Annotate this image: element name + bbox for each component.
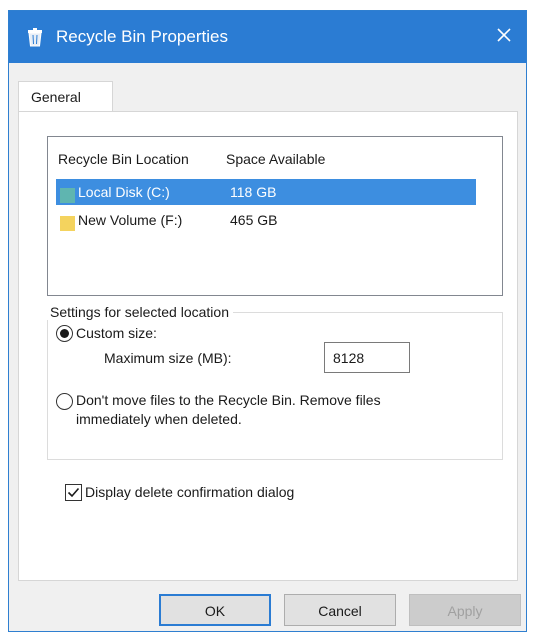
general-tab-page: Recycle Bin Location Space Available Loc… — [18, 111, 518, 581]
close-button[interactable] — [482, 11, 526, 63]
dont-move-files-label[interactable]: Don't move files to the Recycle Bin. Rem… — [76, 392, 381, 408]
properties-dialog: Recycle Bin Properties General Recycle B… — [8, 10, 527, 632]
title-bar[interactable]: Recycle Bin Properties — [9, 11, 526, 63]
recycle-bin-icon — [25, 27, 45, 47]
max-size-label: Maximum size (MB): — [104, 350, 232, 366]
dialog-button-bar: OK Cancel Apply — [9, 581, 526, 631]
apply-button[interactable]: Apply — [409, 594, 521, 626]
space-available: 118 GB — [230, 184, 277, 200]
settings-group-label: Settings for selected location — [46, 304, 233, 320]
list-item-local-disk-c[interactable]: Local Disk (C:) 118 GB — [56, 179, 476, 205]
dont-move-files-label-line2[interactable]: immediately when deleted. — [76, 411, 242, 427]
delete-confirmation-checkbox[interactable] — [65, 484, 82, 501]
location-name: New Volume (F:) — [78, 212, 183, 228]
settings-group: Settings for selected location Custom si… — [46, 304, 503, 460]
tab-general[interactable]: General — [18, 81, 113, 114]
column-header-location[interactable]: Recycle Bin Location — [58, 151, 189, 167]
drive-icon — [60, 185, 75, 203]
column-header-space-available[interactable]: Space Available — [226, 151, 325, 167]
drive-icon — [60, 213, 75, 231]
location-name: Local Disk (C:) — [78, 184, 170, 200]
delete-confirmation-label[interactable]: Display delete confirmation dialog — [85, 484, 294, 500]
ok-button[interactable]: OK — [159, 594, 271, 626]
close-icon — [496, 27, 512, 48]
list-header: Recycle Bin Location Space Available — [48, 137, 502, 179]
window-title: Recycle Bin Properties — [56, 27, 228, 46]
dont-move-files-radio[interactable] — [56, 393, 73, 410]
custom-size-radio[interactable] — [56, 325, 73, 342]
tab-strip: General — [9, 63, 526, 114]
list-item-new-volume-f[interactable]: New Volume (F:) 465 GB — [56, 207, 476, 233]
cancel-button[interactable]: Cancel — [284, 594, 396, 626]
recycle-bin-location-list[interactable]: Recycle Bin Location Space Available Loc… — [47, 136, 503, 296]
radio-selected-dot — [60, 329, 69, 338]
checkmark-icon — [67, 487, 80, 498]
space-available: 465 GB — [230, 212, 278, 228]
max-size-input[interactable] — [324, 342, 410, 373]
custom-size-label[interactable]: Custom size: — [76, 325, 157, 341]
